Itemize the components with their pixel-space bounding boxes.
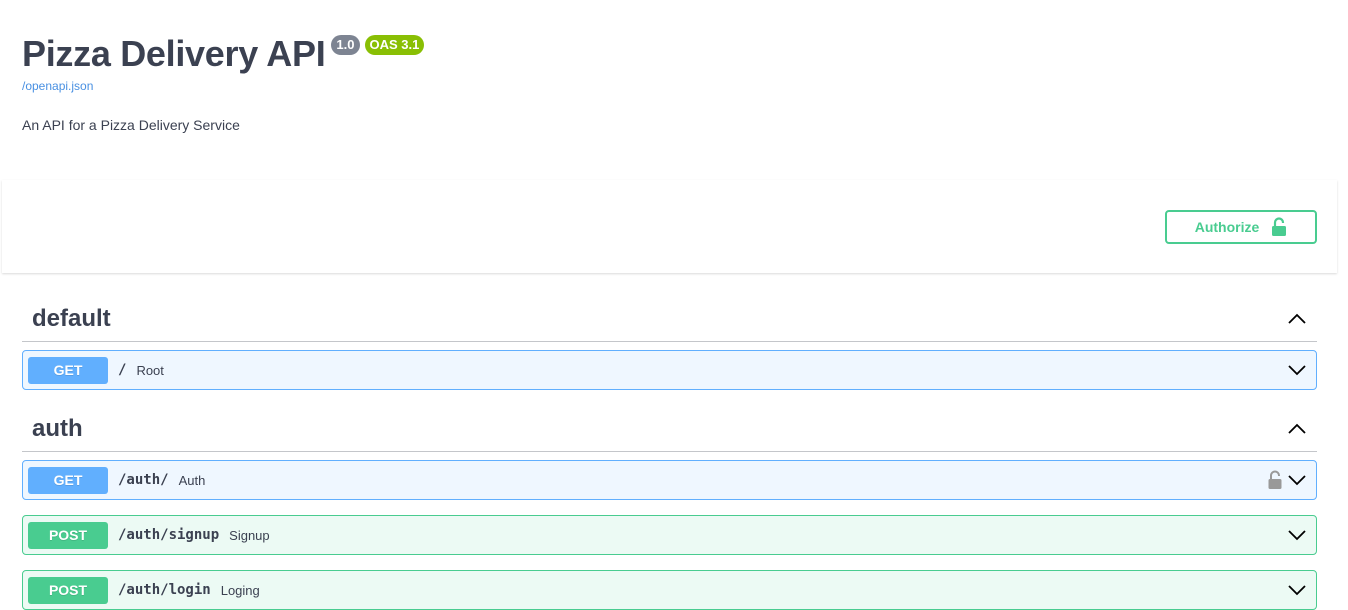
operation-path: /auth/signup [118, 527, 220, 543]
chevron-down-icon[interactable] [1287, 525, 1307, 545]
tag-name: default [32, 304, 111, 332]
method-badge: POST [28, 576, 108, 604]
authorize-label: Authorize [1194, 219, 1260, 235]
authorize-button[interactable]: Authorize [1165, 210, 1317, 244]
op-controls [1287, 580, 1307, 600]
chevron-down-icon[interactable] [1287, 470, 1307, 490]
scheme-container: Authorize [2, 180, 1337, 273]
chevron-up-icon [1288, 423, 1306, 434]
operation-summary: Auth [178, 472, 206, 488]
operation-summary: Root [136, 362, 164, 378]
method-badge: POST [28, 521, 108, 549]
title-row: Pizza Delivery API 1.0 OAS 3.1 [22, 30, 1322, 78]
opblock-post-login[interactable]: POST /auth/login Loging [22, 570, 1317, 610]
tag-name: auth [32, 414, 83, 442]
op-controls [1287, 360, 1307, 380]
op-controls [1267, 470, 1307, 490]
api-info: Pizza Delivery API 1.0 OAS 3.1 /openapi.… [22, 30, 1322, 133]
opblock-get-root[interactable]: GET / Root [22, 350, 1317, 390]
tag-header-default[interactable]: default [22, 296, 1317, 342]
operation-summary: Loging [220, 582, 260, 598]
op-controls [1287, 525, 1307, 545]
lock-icon[interactable] [1267, 470, 1283, 490]
operation-summary: Signup [229, 527, 270, 543]
method-badge: GET [28, 356, 108, 384]
operation-path: / [118, 362, 127, 378]
opblock-post-signup[interactable]: POST /auth/signup Signup [22, 515, 1317, 555]
method-badge: GET [28, 466, 108, 494]
tag-section-auth: auth [22, 406, 1317, 452]
api-title: Pizza Delivery API [22, 33, 326, 74]
operation-path: /auth/login [118, 582, 211, 598]
chevron-down-icon[interactable] [1287, 580, 1307, 600]
version-badge: 1.0 [331, 35, 360, 55]
tag-section-default: default [22, 296, 1317, 342]
tag-header-auth[interactable]: auth [22, 406, 1317, 452]
chevron-up-icon [1288, 313, 1306, 324]
unlocked-lock-icon [1272, 217, 1287, 236]
chevron-down-icon[interactable] [1287, 360, 1307, 380]
openapi-json-link[interactable]: /openapi.json [22, 79, 1322, 93]
operation-path: /auth/ [118, 472, 169, 488]
api-description: An API for a Pizza Delivery Service [22, 117, 240, 133]
opblock-get-auth[interactable]: GET /auth/ Auth [22, 460, 1317, 500]
oas-badge: OAS 3.1 [364, 35, 425, 55]
